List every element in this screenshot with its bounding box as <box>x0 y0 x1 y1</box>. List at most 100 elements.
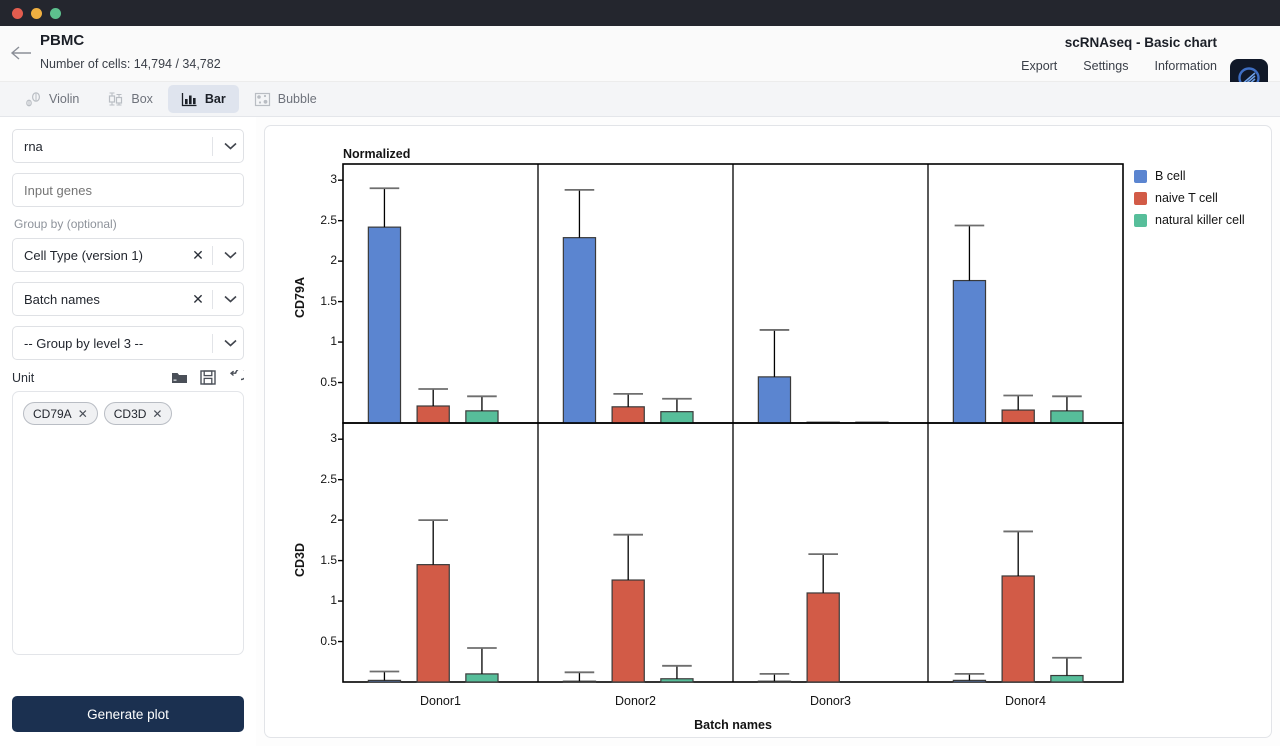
tab-bar-label: Bar <box>204 92 226 106</box>
bar[interactable] <box>611 579 645 683</box>
back-arrow-icon[interactable] <box>8 40 34 66</box>
remove-gene-icon[interactable]: ✕ <box>78 407 88 421</box>
chevron-down-icon[interactable] <box>217 295 243 303</box>
y-axis-tick-label: 2.5 <box>320 471 337 486</box>
unit-label: Unit <box>12 370 35 385</box>
y-axis-tick-label: 2 <box>330 253 337 268</box>
x-axis-tick-label: Donor3 <box>810 694 851 708</box>
y-axis-title: CD79A <box>293 276 307 318</box>
tab-bar[interactable]: Bar <box>167 85 239 113</box>
bar[interactable] <box>611 406 645 424</box>
bar[interactable] <box>416 405 450 424</box>
divider <box>212 245 213 265</box>
bar[interactable] <box>660 411 694 424</box>
export-menu-item[interactable]: Export <box>1021 59 1057 73</box>
y-axis-title: CD3D <box>293 542 307 577</box>
x-axis-title: Batch names <box>694 718 772 732</box>
tab-box[interactable]: Box <box>94 85 166 113</box>
bar[interactable] <box>806 592 840 683</box>
y-axis-tick-label: 1 <box>330 334 337 349</box>
x-axis-tick-label: Donor2 <box>615 694 656 708</box>
group-by-level-1-value: Cell Type (version 1) <box>24 247 143 263</box>
bar[interactable] <box>952 679 987 683</box>
chevron-down-icon[interactable] <box>217 339 243 347</box>
window-titlebar <box>0 0 1280 26</box>
bar[interactable] <box>1001 409 1035 424</box>
page-title: PBMC <box>40 32 85 49</box>
gene-chip-label: CD3D <box>113 406 147 421</box>
y-axis-tick-label: 3 <box>330 431 337 446</box>
generate-plot-button[interactable]: Generate plot <box>12 696 244 732</box>
gene-input-field[interactable] <box>13 182 243 198</box>
information-menu-item[interactable]: Information <box>1154 59 1217 73</box>
y-axis-tick-label: 3 <box>330 172 337 187</box>
settings-menu-item[interactable]: Settings <box>1083 59 1128 73</box>
folder-icon[interactable] <box>171 370 188 385</box>
remove-gene-icon[interactable]: ✕ <box>152 407 162 421</box>
bar[interactable] <box>416 564 450 683</box>
unit-row: Unit <box>12 370 244 385</box>
divider <box>212 289 213 309</box>
group-by-level-2-select[interactable]: Batch names ✕ <box>12 282 244 316</box>
header-menu: Export Settings Information <box>1021 59 1217 73</box>
divider <box>212 136 213 156</box>
violin-icon <box>25 91 42 107</box>
tab-box-label: Box <box>131 92 153 106</box>
bar[interactable] <box>465 410 499 424</box>
bar[interactable] <box>660 678 694 683</box>
x-axis-tick-label: Donor4 <box>1005 694 1046 708</box>
assay-select[interactable]: rna <box>12 129 244 163</box>
bar-chart-svg <box>338 163 1124 683</box>
gene-input[interactable] <box>12 173 244 207</box>
assay-select-value: rna <box>24 138 43 154</box>
app-name: scRNAseq - Basic chart <box>1064 35 1217 50</box>
clear-icon[interactable]: ✕ <box>188 247 208 264</box>
bubble-chart-icon <box>254 92 271 107</box>
maximize-window-button[interactable] <box>50 8 61 19</box>
tab-violin[interactable]: Violin <box>12 85 92 113</box>
chevron-down-icon[interactable] <box>217 142 243 150</box>
divider <box>212 333 213 353</box>
bar[interactable] <box>1050 410 1084 424</box>
plot-container: Normalized B cell naive T cell natural k… <box>264 125 1272 738</box>
y-axis-tick-label: 1 <box>330 593 337 608</box>
clear-icon[interactable]: ✕ <box>188 291 208 308</box>
gene-chip-label: CD79A <box>33 406 72 421</box>
sidebar: rna Group by (optional) Cell Type (versi… <box>0 117 256 746</box>
gene-chip[interactable]: CD79A ✕ <box>23 402 98 425</box>
bar[interactable] <box>465 673 499 683</box>
boxplot-icon <box>107 92 124 107</box>
y-axis-tick-label: 2 <box>330 512 337 527</box>
bar[interactable] <box>562 680 597 683</box>
minimize-window-button[interactable] <box>31 8 42 19</box>
chart-type-tabbar: Violin Box Bar Bubble <box>0 82 1280 117</box>
bar[interactable] <box>1001 575 1035 683</box>
save-icon[interactable] <box>200 370 216 385</box>
window-controls <box>12 8 61 19</box>
chevron-down-icon[interactable] <box>217 251 243 259</box>
app-header: PBMC Number of cells: 14,794 / 34,782 sc… <box>0 26 1280 97</box>
tab-bubble[interactable]: Bubble <box>241 85 330 113</box>
bar[interactable] <box>367 226 402 424</box>
bar[interactable] <box>952 279 987 424</box>
tab-bubble-label: Bubble <box>277 92 317 106</box>
group-by-level-3-select[interactable]: -- Group by level 3 -- <box>12 326 244 360</box>
bar[interactable] <box>757 376 792 424</box>
group-by-level-2-value: Batch names <box>24 291 100 307</box>
group-by-level-1-select[interactable]: Cell Type (version 1) ✕ <box>12 238 244 272</box>
y-axis-tick-label: 0.5 <box>320 633 337 648</box>
cell-count-text: Number of cells: 14,794 / 34,782 <box>40 57 221 71</box>
y-axis-tick-label: 0.5 <box>320 374 337 389</box>
selected-genes-list: CD79A ✕ CD3D ✕ <box>12 391 244 655</box>
bar[interactable] <box>757 680 792 683</box>
x-axis-tick-label: Donor1 <box>420 694 461 708</box>
bar[interactable] <box>562 237 597 424</box>
group-by-label: Group by (optional) <box>14 217 117 231</box>
bar[interactable] <box>367 679 402 683</box>
bar[interactable] <box>1050 674 1084 683</box>
reset-icon[interactable] <box>228 370 244 385</box>
gene-chip[interactable]: CD3D ✕ <box>103 402 173 425</box>
group-by-level-3-value: -- Group by level 3 -- <box>24 335 144 351</box>
app-window: PBMC Number of cells: 14,794 / 34,782 sc… <box>0 0 1280 746</box>
close-window-button[interactable] <box>12 8 23 19</box>
